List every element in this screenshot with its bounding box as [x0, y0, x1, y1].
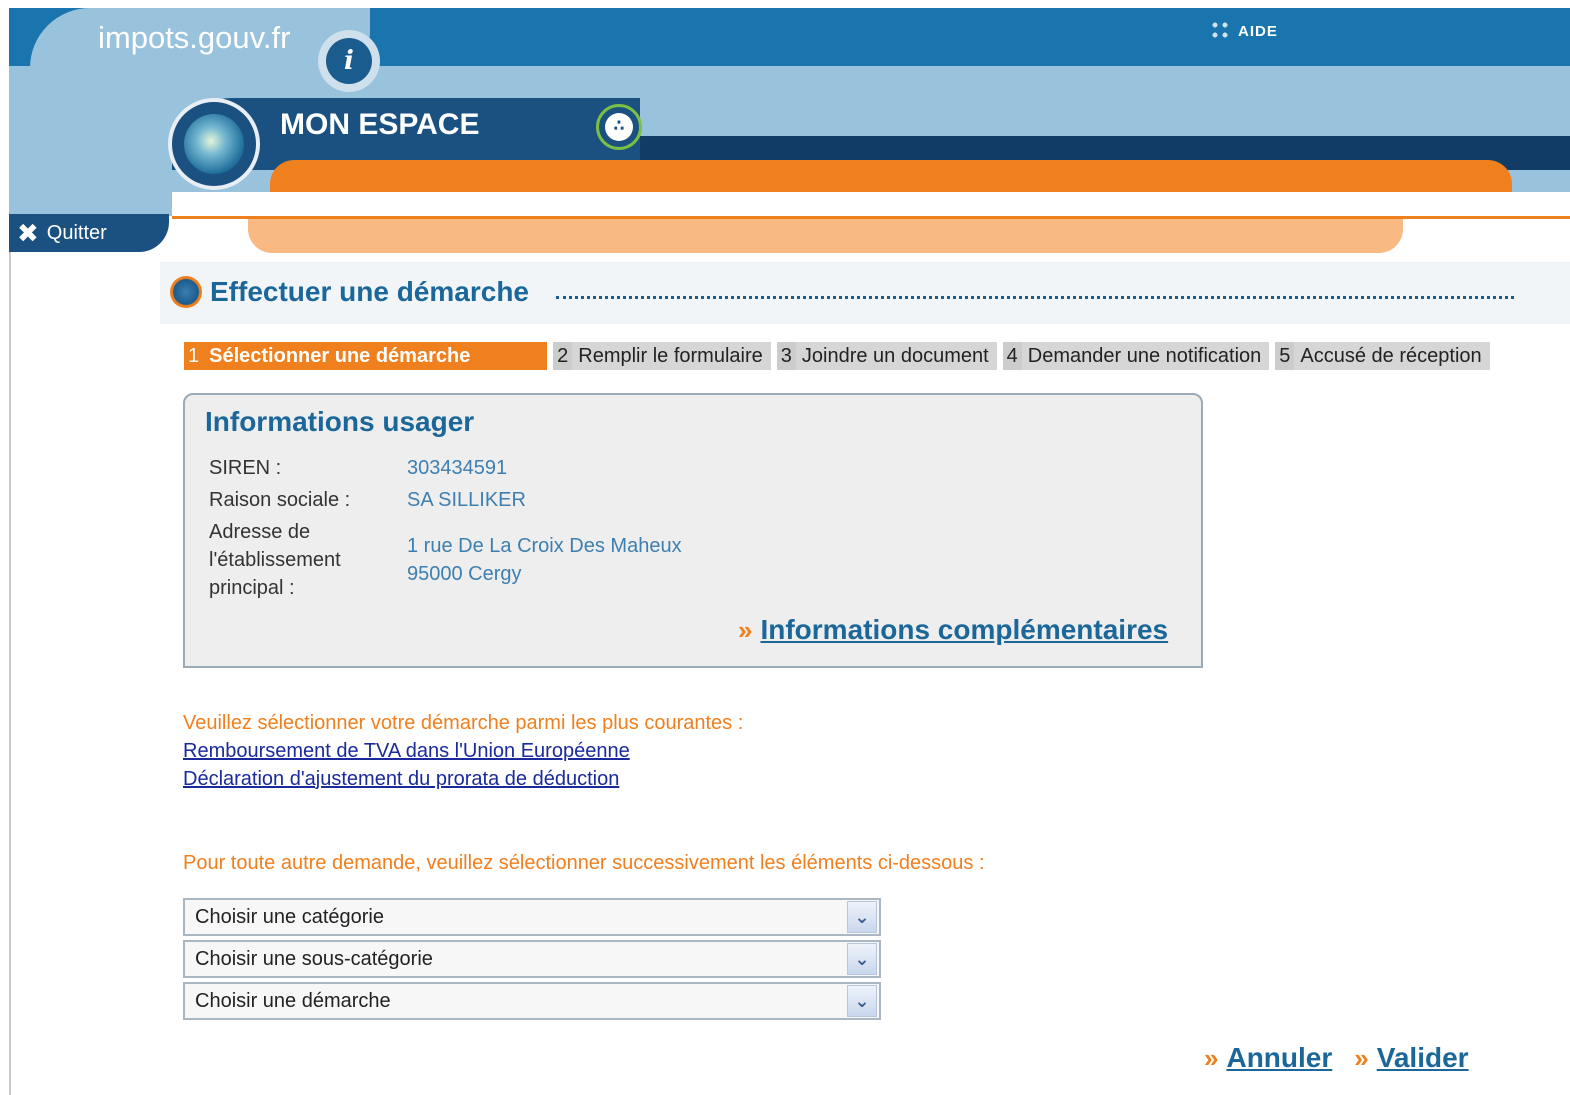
form-actions: » Annuler » Valider	[1204, 1042, 1491, 1074]
step-3: 3 Joindre un document	[776, 342, 997, 370]
page-left-border	[9, 250, 11, 1095]
subcategory-select[interactable]: Choisir une sous-catégorie ⌄	[183, 940, 881, 978]
siren-label: SIREN :	[209, 457, 282, 479]
step-number: 5	[1275, 342, 1295, 370]
chevron-down-icon[interactable]: ⌄	[847, 901, 877, 933]
step-4: 4 Demander une notification	[1002, 342, 1270, 370]
step-label: Accusé de réception	[1294, 342, 1490, 370]
header-white-strip	[172, 192, 1570, 216]
title-dotted-rule	[556, 296, 1514, 299]
globe-icon	[184, 114, 244, 174]
step-label: Remplir le formulaire	[572, 342, 771, 370]
step-progress: 1 Sélectionner une démarche 2 Remplir le…	[184, 342, 1496, 370]
help-label: AIDE	[1238, 23, 1278, 40]
close-icon: ✖	[17, 218, 39, 248]
step-number: 2	[553, 342, 573, 370]
more-info-link[interactable]: » Informations complémentaires	[738, 614, 1168, 646]
step-number: 3	[776, 342, 796, 370]
quit-button[interactable]: ✖ Quitter	[9, 214, 169, 252]
step-5: 5 Accusé de réception	[1275, 342, 1490, 370]
double-chevron-icon: »	[738, 615, 753, 645]
space-title: MON ESPACE	[280, 108, 480, 141]
cancel-button[interactable]: » Annuler	[1204, 1042, 1332, 1074]
address-label-line3: principal :	[209, 577, 295, 599]
procedure-link-tva-refund[interactable]: Remboursement de TVA dans l'Union Europé…	[183, 740, 630, 763]
peach-submenu-bar	[248, 219, 1403, 253]
grid-dots-icon	[1210, 20, 1230, 40]
address-line1: 1 rue De La Croix Des Maheux	[407, 535, 682, 557]
raison-sociale-value: SA SILLIKER	[407, 489, 526, 511]
step-number: 1	[184, 342, 204, 370]
chevron-down-icon[interactable]: ⌄	[847, 943, 877, 975]
raison-sociale-label: Raison sociale :	[209, 489, 351, 511]
address-label-line1: Adresse de	[209, 521, 311, 543]
double-chevron-icon: »	[1354, 1043, 1369, 1073]
common-procedures-prompt: Veuillez sélectionner votre démarche par…	[183, 712, 744, 734]
siren-value: 303434591	[407, 457, 508, 479]
step-label: Sélectionner une démarche	[203, 342, 548, 370]
page-title: Effectuer une démarche	[210, 276, 529, 307]
info-logo-icon: i	[326, 38, 372, 84]
chevron-down-icon[interactable]: ⌄	[847, 985, 877, 1017]
subcategory-select-value: Choisir une sous-catégorie	[195, 947, 433, 970]
step-1: 1 Sélectionner une démarche	[184, 342, 548, 370]
cancel-label[interactable]: Annuler	[1226, 1042, 1332, 1074]
step-label: Demander une notification	[1021, 342, 1270, 370]
validate-button[interactable]: » Valider	[1354, 1042, 1468, 1074]
help-link[interactable]: AIDE	[1210, 20, 1278, 40]
category-select-value: Choisir une catégorie	[195, 905, 384, 928]
section-bullet-icon	[170, 276, 202, 308]
validate-label[interactable]: Valider	[1377, 1042, 1469, 1074]
double-chevron-icon: »	[1204, 1043, 1219, 1073]
step-number: 4	[1002, 342, 1022, 370]
category-select[interactable]: Choisir une catégorie ⌄	[183, 898, 881, 936]
address-label-line2: l'établissement	[209, 549, 341, 571]
more-info-link-label[interactable]: Informations complémentaires	[760, 614, 1168, 646]
user-info-title: Informations usager	[205, 406, 475, 437]
site-logo-link[interactable]: impots.gouv.fr	[98, 20, 290, 56]
step-2: 2 Remplir le formulaire	[553, 342, 771, 370]
procedure-link-prorata[interactable]: Déclaration d'ajustement du prorata de d…	[183, 768, 619, 791]
procedure-select-value: Choisir une démarche	[195, 989, 391, 1012]
step-label: Joindre un document	[795, 342, 997, 370]
other-request-prompt: Pour toute autre demande, veuillez sélec…	[183, 852, 985, 874]
quit-label: Quitter	[46, 221, 107, 244]
procedure-select[interactable]: Choisir une démarche ⌄	[183, 982, 881, 1020]
dots-badge-icon: ∴	[605, 113, 633, 141]
address-line2: 95000 Cergy	[407, 563, 522, 585]
header-band-cut	[640, 98, 1570, 136]
